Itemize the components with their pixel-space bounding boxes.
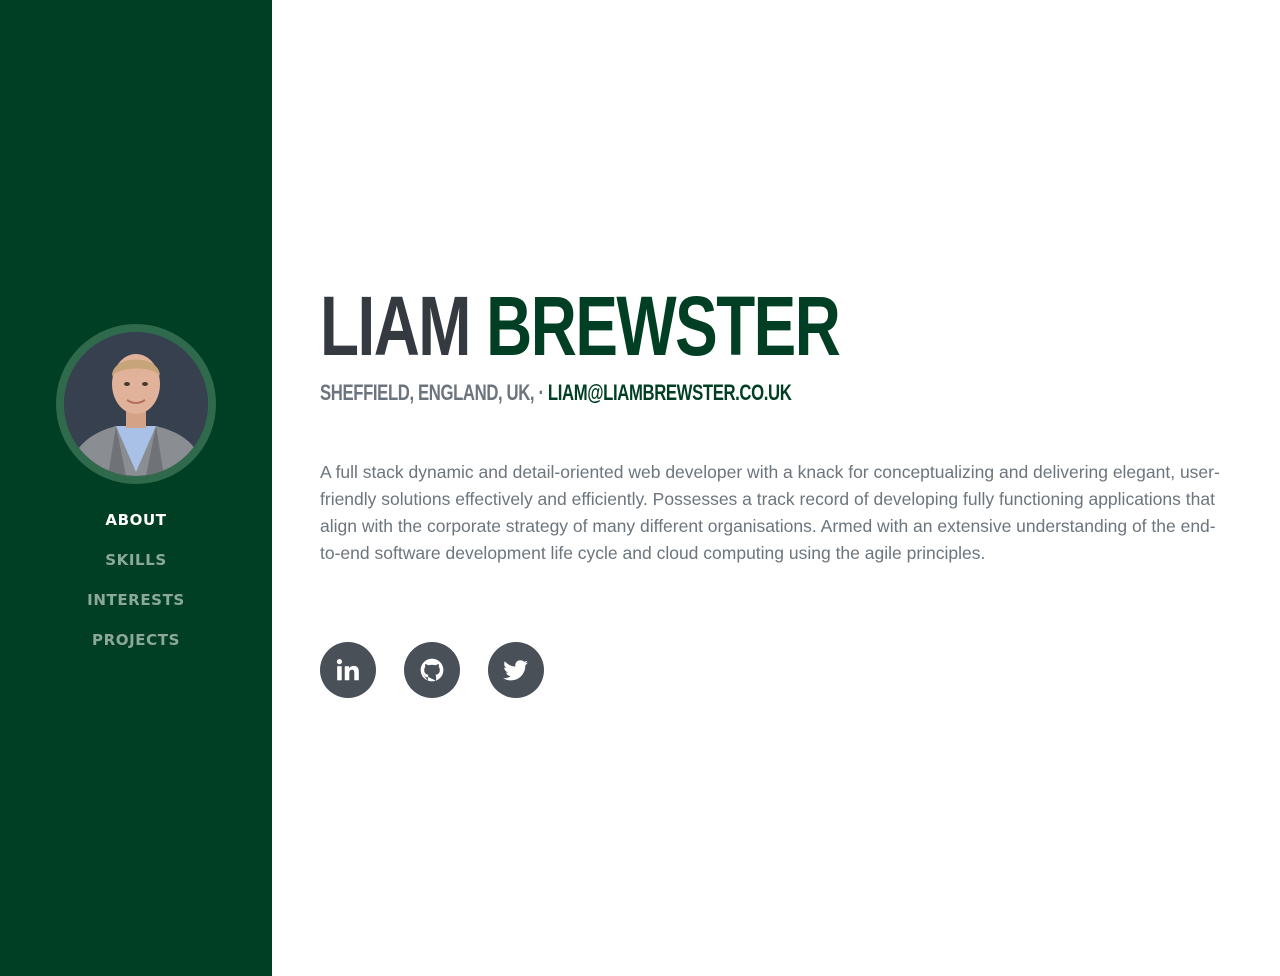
contact-line: SHEFFIELD, ENGLAND, UK, · LIAM@LIAMBREWS… [320, 378, 792, 408]
github-button[interactable] [404, 642, 460, 698]
bio-text: A full stack dynamic and detail-oriented… [320, 462, 1220, 563]
email-link[interactable]: LIAM@LIAMBREWSTER.CO.UK [548, 380, 792, 405]
nav-item-about: ABOUT [0, 508, 272, 548]
linkedin-button[interactable] [320, 642, 376, 698]
github-icon [420, 658, 444, 682]
first-name: LIAM [320, 279, 471, 373]
nav-item-interests: INTERESTS [0, 588, 272, 628]
twitter-icon [503, 660, 528, 681]
nav-link-interests[interactable]: INTERESTS [87, 591, 185, 609]
social-links [320, 642, 544, 698]
sidebar: ABOUT SKILLS INTERESTS PROJECTS [0, 0, 272, 976]
profile-photo [64, 332, 208, 476]
nav-item-projects: PROJECTS [0, 628, 272, 668]
avatar[interactable] [56, 324, 216, 484]
page-title: LIAM BREWSTER [320, 272, 841, 380]
last-name: BREWSTER [486, 279, 841, 373]
nav-link-projects[interactable]: PROJECTS [92, 631, 180, 649]
twitter-button[interactable] [488, 642, 544, 698]
nav-link-about[interactable]: ABOUT [105, 511, 166, 529]
nav-item-skills: SKILLS [0, 548, 272, 588]
sidebar-nav: ABOUT SKILLS INTERESTS PROJECTS [0, 508, 272, 668]
linkedin-icon [336, 659, 359, 681]
location-text: SHEFFIELD, ENGLAND, UK, · [320, 380, 548, 405]
nav-link-skills[interactable]: SKILLS [105, 551, 167, 569]
